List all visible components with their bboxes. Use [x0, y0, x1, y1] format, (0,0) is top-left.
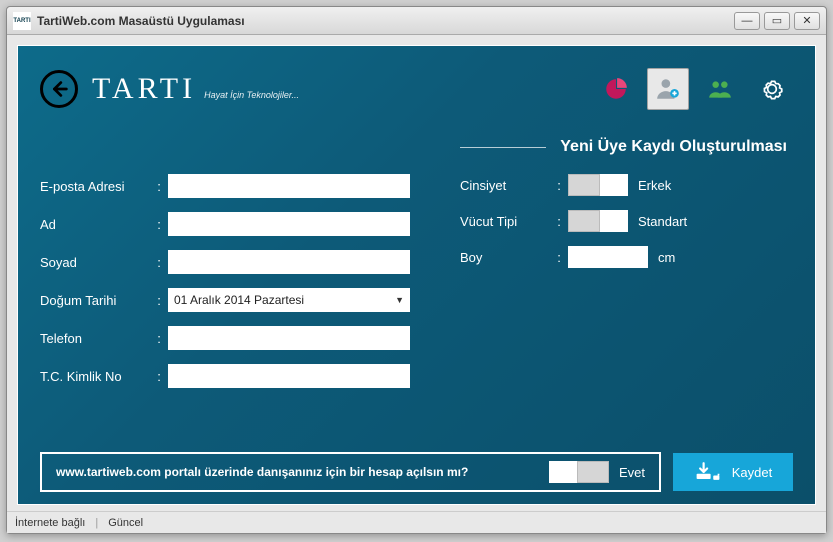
- gender-toggle[interactable]: [568, 174, 628, 196]
- gender-row: Cinsiyet : Erkek: [460, 174, 793, 196]
- back-arrow-icon: [48, 78, 70, 100]
- surname-row: Soyad :: [40, 250, 410, 274]
- status-separator: |: [95, 517, 98, 529]
- maximize-button[interactable]: ▭: [764, 12, 790, 30]
- bodytype-value: Standart: [638, 214, 687, 229]
- titlebar[interactable]: TARTI TartiWeb.com Masaüstü Uygulaması —…: [7, 7, 826, 35]
- phone-field[interactable]: [168, 326, 410, 350]
- header-row: TARTI Hayat İçin Teknolojiler...: [40, 64, 793, 114]
- birthdate-value: 01 Aralık 2014 Pazartesi: [174, 293, 304, 307]
- account-question-text: www.tartiweb.com portalı üzerinde danışa…: [56, 465, 549, 479]
- back-button[interactable]: [40, 70, 78, 108]
- main-panel: TARTI Hayat İçin Teknolojiler...: [17, 45, 816, 505]
- toggle-knob: [568, 174, 600, 196]
- birthdate-row: Doğum Tarihi : 01 Aralık 2014 Pazartesi …: [40, 288, 410, 312]
- form-left-column: E-posta Adresi : Ad : Soyad :: [40, 174, 410, 402]
- tckn-row: T.C. Kimlik No :: [40, 364, 410, 388]
- tckn-field[interactable]: [168, 364, 410, 388]
- account-question-box: www.tartiweb.com portalı üzerinde danışa…: [40, 452, 661, 492]
- name-field[interactable]: [168, 212, 410, 236]
- close-button[interactable]: ✕: [794, 12, 820, 30]
- logo: TARTI Hayat İçin Teknolojiler...: [92, 72, 299, 106]
- users-button[interactable]: [699, 68, 741, 110]
- bodytype-row: Vücut Tipi : Standart: [460, 210, 793, 232]
- chevron-down-icon: ▼: [395, 295, 404, 305]
- gear-icon: [759, 76, 785, 102]
- gender-value: Erkek: [638, 178, 671, 193]
- email-row: E-posta Adresi :: [40, 174, 410, 198]
- email-label: E-posta Adresi: [40, 179, 150, 194]
- bottom-bar: www.tartiweb.com portalı üzerinde danışa…: [40, 452, 793, 492]
- add-user-button[interactable]: [647, 68, 689, 110]
- name-row: Ad :: [40, 212, 410, 236]
- form-right-column: Cinsiyet : Erkek Vücut Tipi : Standart B…: [460, 174, 793, 402]
- birthdate-label: Doğum Tarihi: [40, 293, 150, 308]
- surname-field[interactable]: [168, 250, 410, 274]
- height-label: Boy: [460, 250, 550, 265]
- window-title: TartiWeb.com Masaüstü Uygulaması: [37, 14, 734, 28]
- pie-chart-icon: [603, 76, 629, 102]
- section-title: Yeni Üye Kaydı Oluşturulması: [560, 138, 787, 156]
- users-icon: [707, 76, 733, 102]
- surname-label: Soyad: [40, 255, 150, 270]
- birthdate-select[interactable]: 01 Aralık 2014 Pazartesi ▼: [168, 288, 410, 312]
- toggle-knob: [577, 461, 609, 483]
- logo-text: TARTI: [92, 72, 196, 106]
- top-icons: [595, 68, 793, 110]
- save-icon: [694, 461, 722, 483]
- name-label: Ad: [40, 217, 150, 232]
- tckn-label: T.C. Kimlik No: [40, 369, 150, 384]
- status-connection: İnternete bağlı: [15, 517, 85, 529]
- app-icon: TARTI: [13, 12, 31, 30]
- app-window: TARTI TartiWeb.com Masaüstü Uygulaması —…: [6, 6, 827, 534]
- save-button[interactable]: Kaydet: [673, 453, 793, 491]
- content: TARTI Hayat İçin Teknolojiler...: [7, 35, 826, 511]
- chart-button[interactable]: [595, 68, 637, 110]
- logo-tagline: Hayat İçin Teknolojiler...: [204, 90, 299, 100]
- phone-row: Telefon :: [40, 326, 410, 350]
- account-question-toggle[interactable]: [549, 461, 609, 483]
- account-question-answer: Evet: [619, 465, 645, 480]
- form: E-posta Adresi : Ad : Soyad :: [40, 174, 793, 402]
- settings-button[interactable]: [751, 68, 793, 110]
- bodytype-label: Vücut Tipi: [460, 214, 550, 229]
- bodytype-toggle[interactable]: [568, 210, 628, 232]
- height-field[interactable]: [568, 246, 648, 268]
- phone-label: Telefon: [40, 331, 150, 346]
- gender-label: Cinsiyet: [460, 178, 550, 193]
- section-header: Yeni Üye Kaydı Oluşturulması: [40, 138, 793, 156]
- status-version: Güncel: [108, 517, 143, 529]
- save-button-label: Kaydet: [732, 465, 772, 480]
- statusbar: İnternete bağlı | Güncel: [7, 511, 826, 533]
- add-user-icon: [655, 76, 681, 102]
- height-unit: cm: [658, 250, 675, 265]
- height-row: Boy : cm: [460, 246, 793, 268]
- email-field[interactable]: [168, 174, 410, 198]
- minimize-button[interactable]: —: [734, 12, 760, 30]
- window-buttons: — ▭ ✕: [734, 12, 820, 30]
- divider: [460, 147, 546, 148]
- toggle-knob: [568, 210, 600, 232]
